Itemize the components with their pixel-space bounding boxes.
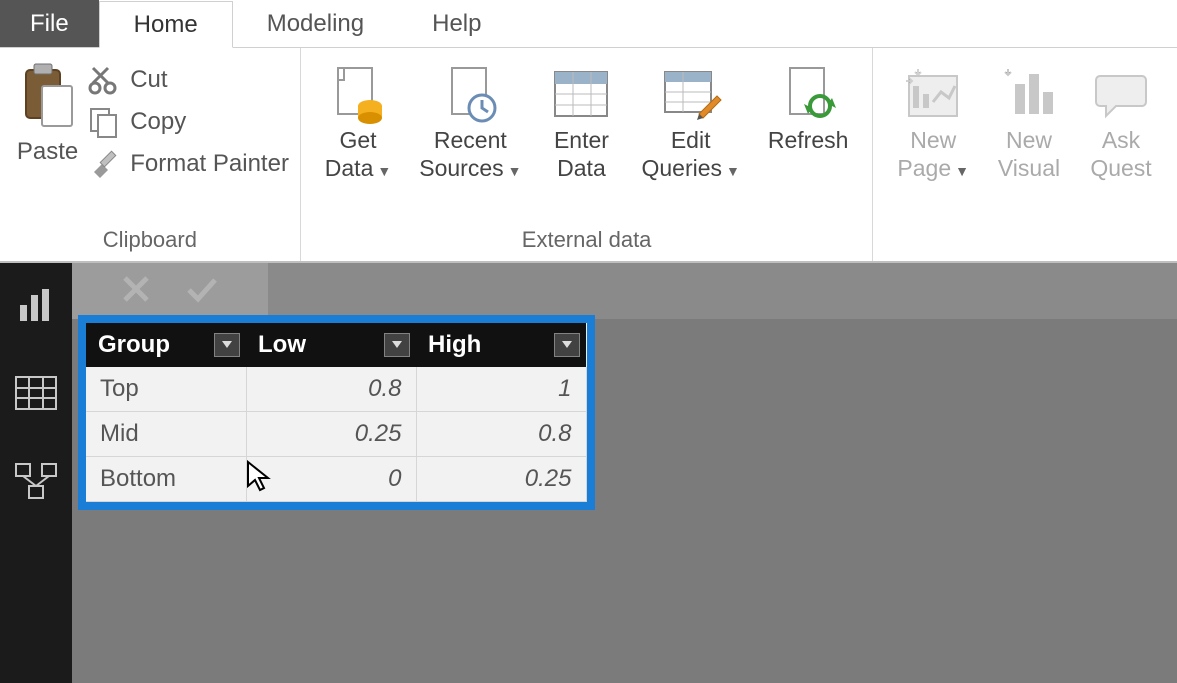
format-painter-button[interactable]: Format Painter xyxy=(88,148,289,180)
filter-dropdown-icon[interactable] xyxy=(384,333,410,357)
new-page-button[interactable]: NewPage▼ xyxy=(883,54,983,185)
cell-high[interactable]: 0.25 xyxy=(416,457,586,502)
copy-label: Copy xyxy=(130,108,186,136)
ribbon-group-external-label: External data xyxy=(522,223,652,261)
table-row[interactable]: Top 0.8 1 xyxy=(86,367,586,412)
menu-file[interactable]: File xyxy=(0,0,99,47)
table-row[interactable]: Mid 0.25 0.8 xyxy=(86,412,586,457)
paste-icon xyxy=(20,62,76,134)
column-header-high[interactable]: High xyxy=(416,323,586,367)
column-header-group[interactable]: Group xyxy=(86,323,246,367)
left-nav xyxy=(0,263,72,683)
nav-report-view[interactable] xyxy=(14,283,58,327)
copy-button[interactable]: Copy xyxy=(88,106,289,138)
cell-low[interactable]: 0.25 xyxy=(246,412,416,457)
chevron-down-icon: ▼ xyxy=(722,163,740,179)
filter-dropdown-icon[interactable] xyxy=(554,333,580,357)
cell-low[interactable]: 0 xyxy=(246,457,416,502)
data-table-visual[interactable]: Group Low High xyxy=(78,315,595,510)
recent-sources-icon xyxy=(438,62,502,126)
paste-label: Paste xyxy=(17,138,78,166)
cut-button[interactable]: Cut xyxy=(88,64,289,96)
cell-low[interactable]: 0.8 xyxy=(246,367,416,412)
cell-group[interactable]: Mid xyxy=(86,412,246,457)
cell-group[interactable]: Bottom xyxy=(86,457,246,502)
nav-model-view[interactable] xyxy=(14,459,58,503)
recent-sources-button[interactable]: RecentSources▼ xyxy=(405,54,535,185)
enter-data-icon xyxy=(549,62,613,126)
formula-commit-icon[interactable] xyxy=(185,274,219,309)
chevron-down-icon: ▼ xyxy=(373,163,391,179)
data-table: Group Low High xyxy=(86,323,587,502)
menu-modeling[interactable]: Modeling xyxy=(233,0,398,47)
new-visual-icon xyxy=(997,62,1061,126)
formula-bar[interactable] xyxy=(268,263,1177,319)
new-page-icon xyxy=(901,62,965,126)
speech-bubble-icon xyxy=(1089,62,1153,126)
ribbon-group-insert: NewPage▼ NewVisual AskQuest xyxy=(873,48,1177,261)
canvas: Group Low High xyxy=(72,263,1177,683)
paintbrush-icon xyxy=(88,148,120,180)
edit-queries-icon xyxy=(659,62,723,126)
ribbon-group-clipboard-label: Clipboard xyxy=(103,223,197,261)
format-painter-label: Format Painter xyxy=(130,150,289,178)
scissors-icon xyxy=(88,64,120,96)
column-header-low[interactable]: Low xyxy=(246,323,416,367)
formula-bar-buttons xyxy=(72,263,268,319)
chevron-down-icon: ▼ xyxy=(951,163,969,179)
ribbon-group-clipboard: Paste Cut Copy xyxy=(0,48,301,261)
ribbon: Paste Cut Copy xyxy=(0,48,1177,263)
paste-button[interactable]: Paste xyxy=(11,54,88,166)
edit-queries-button[interactable]: EditQueries▼ xyxy=(627,54,753,185)
ask-question-button[interactable]: AskQuest xyxy=(1075,54,1167,182)
table-row[interactable]: Bottom 0 0.25 xyxy=(86,457,586,502)
cut-label: Cut xyxy=(130,66,167,94)
refresh-icon xyxy=(776,62,840,126)
get-data-button[interactable]: GetData▼ xyxy=(311,54,405,185)
new-visual-button[interactable]: NewVisual xyxy=(983,54,1075,182)
ribbon-group-external-data: GetData▼ RecentSources▼ EnterData EditQu… xyxy=(301,48,874,261)
cell-high[interactable]: 1 xyxy=(416,367,586,412)
menu-help[interactable]: Help xyxy=(398,0,515,47)
copy-icon xyxy=(88,106,120,138)
nav-data-view[interactable] xyxy=(14,371,58,415)
enter-data-button[interactable]: EnterData xyxy=(535,54,627,182)
menu-home[interactable]: Home xyxy=(99,1,233,48)
menu-bar: File Home Modeling Help xyxy=(0,0,1177,48)
work-area: Group Low High xyxy=(0,263,1177,683)
chevron-down-icon: ▼ xyxy=(504,163,522,179)
filter-dropdown-icon[interactable] xyxy=(214,333,240,357)
cell-group[interactable]: Top xyxy=(86,367,246,412)
get-data-icon xyxy=(326,62,390,126)
refresh-button[interactable]: Refresh xyxy=(754,54,863,154)
formula-cancel-icon[interactable] xyxy=(121,274,151,309)
cell-high[interactable]: 0.8 xyxy=(416,412,586,457)
